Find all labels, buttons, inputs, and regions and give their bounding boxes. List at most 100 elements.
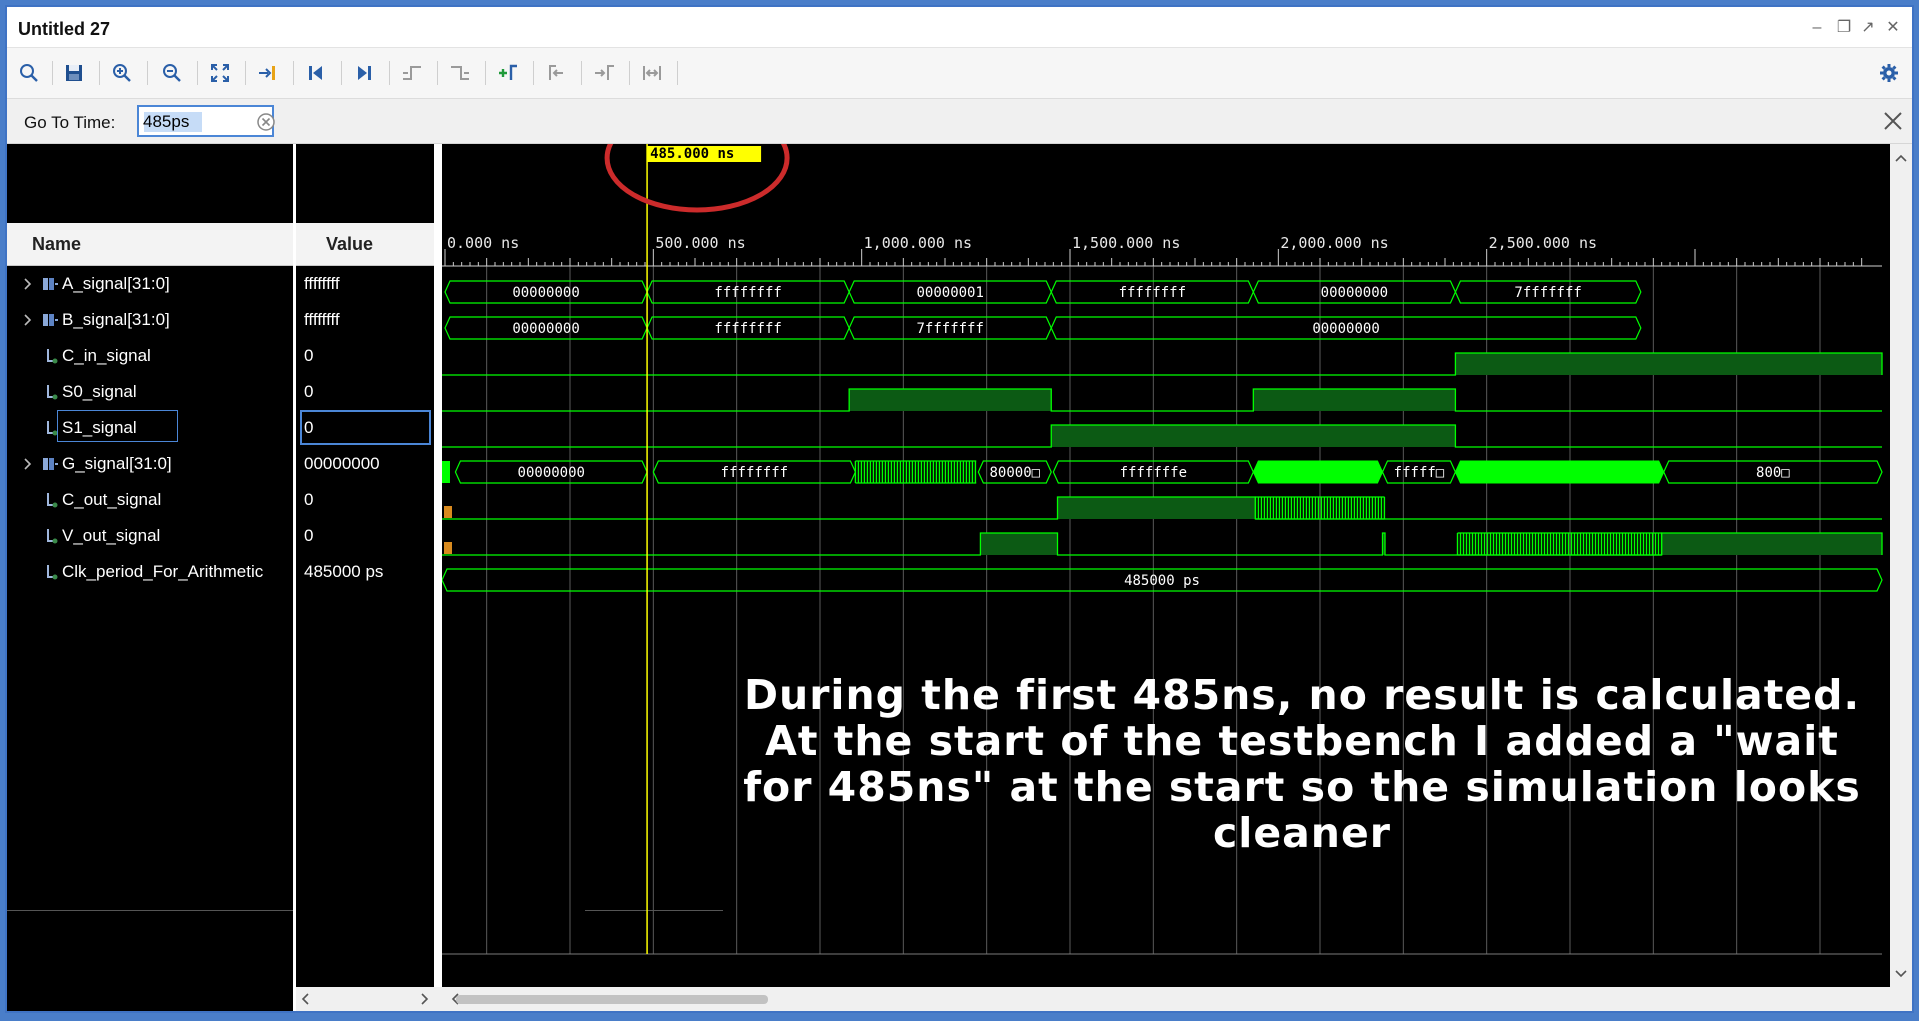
wire-trace [442,388,1882,412]
signal-value: ffffffff [304,274,340,293]
signal-value-cell[interactable]: ffffffff [296,302,434,338]
value-column: Value ffffffff ffffffff 0 0 0 00000000 0 0 48500… [296,144,723,1011]
ruler-label: 1,000.000 ns [864,234,972,252]
value-scroll-left-icon[interactable] [296,987,316,1011]
search-icon[interactable] [14,59,44,87]
signal-value-cell[interactable]: ffffffff [296,266,434,302]
expand-chevron-icon[interactable] [21,312,35,328]
bus-value-label: 80000□ [990,465,1041,481]
bus-value-label: fffffffe [1120,465,1187,481]
next-marker-icon[interactable] [589,59,619,87]
signal-row[interactable]: C_out_signal [7,482,293,518]
pane-splitter[interactable] [434,144,442,1011]
annotation-line: for 485ns" at the start so the simulatio… [743,763,1861,811]
settings-icon[interactable] [1874,59,1904,87]
bus-fill [1454,460,1665,484]
signal-value-cell[interactable]: 0 [296,482,434,518]
signal-row[interactable]: A_signal[31:0] [7,266,293,302]
signal-value-cell[interactable]: 0 [296,518,434,554]
signal-name: G_signal[31:0] [62,454,172,473]
go-to-time-zero-icon[interactable] [301,59,331,87]
add-marker-icon[interactable] [493,59,523,87]
waveform-area: Name A_signal[31:0] B_signal[31:0] C_in_si… [7,144,1912,1011]
bus-value-label: 00000001 [916,285,983,301]
signal-row[interactable]: G_signal[31:0] [7,446,293,482]
annotation-text: During the first 485ns, no result is cal… [707,672,1897,856]
signal-value-cell[interactable]: 485000 ps [296,554,434,590]
signal-row[interactable]: B_signal[31:0] [7,302,293,338]
bus-value-label: 485000 ps [1124,573,1200,589]
previous-marker-icon[interactable] [541,59,571,87]
name-column: Name A_signal[31:0] B_signal[31:0] C_in_si… [7,144,293,1011]
go-to-time-label: Go To Time: [24,113,116,132]
scroll-down-icon[interactable] [1890,964,1912,984]
wire-signal-icon [47,529,58,544]
clear-icon[interactable] [257,113,275,131]
minimize-icon[interactable]: – [1807,19,1827,37]
ruler-label: 500.000 ns [655,234,745,252]
bus-value-label: fffff□ [1394,465,1445,481]
signal-row[interactable]: S0_signal [7,374,293,410]
go-to-cursor-icon[interactable] [253,59,283,87]
value-scroll-right-icon[interactable] [414,987,434,1011]
scroll-thumb[interactable] [456,995,768,1004]
expand-chevron-icon[interactable] [21,456,35,472]
zoom-out-icon[interactable] [157,59,187,87]
signal-name: S0_signal [62,382,137,401]
signal-row[interactable]: Clk_period_For_Arithmetic [7,554,293,590]
bus-value-label: 00000000 [1312,321,1379,337]
signal-value: 00000000 [304,454,380,473]
bus-value-label: 00000000 [518,465,585,481]
bus-value-label: 7fffffff [916,321,983,337]
bus-fill [1252,460,1384,484]
signal-name: B_signal[31:0] [62,310,170,329]
signal-row[interactable]: V_out_signal [7,518,293,554]
bus-value-label: 00000000 [512,321,579,337]
vertical-scrollbar[interactable] [1890,144,1912,987]
restore-icon[interactable]: ❐ [1834,19,1854,37]
name-column-header[interactable]: Name [7,223,293,266]
close-go-to-time-icon[interactable] [1882,110,1904,132]
go-to-last-time-icon[interactable] [349,59,379,87]
signal-name: V_out_signal [62,526,161,545]
signal-value-cell[interactable]: 0 [296,374,434,410]
save-icon[interactable] [59,59,89,87]
waveform-canvas[interactable]: 0.000 ns 500.000 ns 1,000.000 ns 1,500.000 … [442,144,1890,987]
next-transition-icon[interactable] [445,59,475,87]
selected-signal-outline [57,410,178,442]
annotation-line: At the start of the testbench I added a … [765,717,1839,765]
cursor-label: 485.000 ns [650,146,734,162]
signal-value-cell[interactable]: 00000000 [296,446,434,482]
signal-name: C_in_signal [62,346,151,365]
wire-high-fill [1455,353,1882,375]
scroll-up-icon[interactable] [1890,148,1912,168]
signal-value-cell[interactable]: 0 [296,338,434,374]
maximize-icon[interactable]: ↗ [1858,19,1878,37]
waveform-window: Untitled 27 – ❐ ↗ ✕ Go To Time: 485ps Na… [5,5,1914,1013]
close-icon[interactable]: ✕ [1883,19,1903,37]
selected-value-outline [300,410,431,445]
swap-cursors-icon[interactable] [637,59,667,87]
bus-value-label: 00000000 [1321,285,1388,301]
value-column-header[interactable]: Value [296,223,434,266]
zoom-in-icon[interactable] [107,59,137,87]
bus-value-label: ffffffff [714,285,781,301]
wire-high-fill [1057,497,1256,519]
bus-value-label: 800□ [1756,465,1790,481]
signal-value: 485000 ps [304,562,384,581]
bus-value-label: 7fffffff [1514,285,1581,301]
signal-name: C_out_signal [62,490,162,509]
unknown-value-marker [444,506,452,518]
go-to-time-field[interactable] [137,105,275,137]
previous-transition-icon[interactable] [397,59,427,87]
go-to-time-input[interactable] [143,111,243,133]
ruler-label: 2,000.000 ns [1280,234,1388,252]
horizontal-scrollbar[interactable] [296,987,1912,1011]
wire-signal-icon [47,493,58,508]
wire-signal-icon [47,385,58,400]
signal-row[interactable]: C_in_signal [7,338,293,374]
wire-high-fill [1051,425,1456,447]
zoom-fit-icon[interactable] [205,59,235,87]
expand-chevron-icon[interactable] [21,276,35,292]
wire-signal-icon [47,349,58,364]
